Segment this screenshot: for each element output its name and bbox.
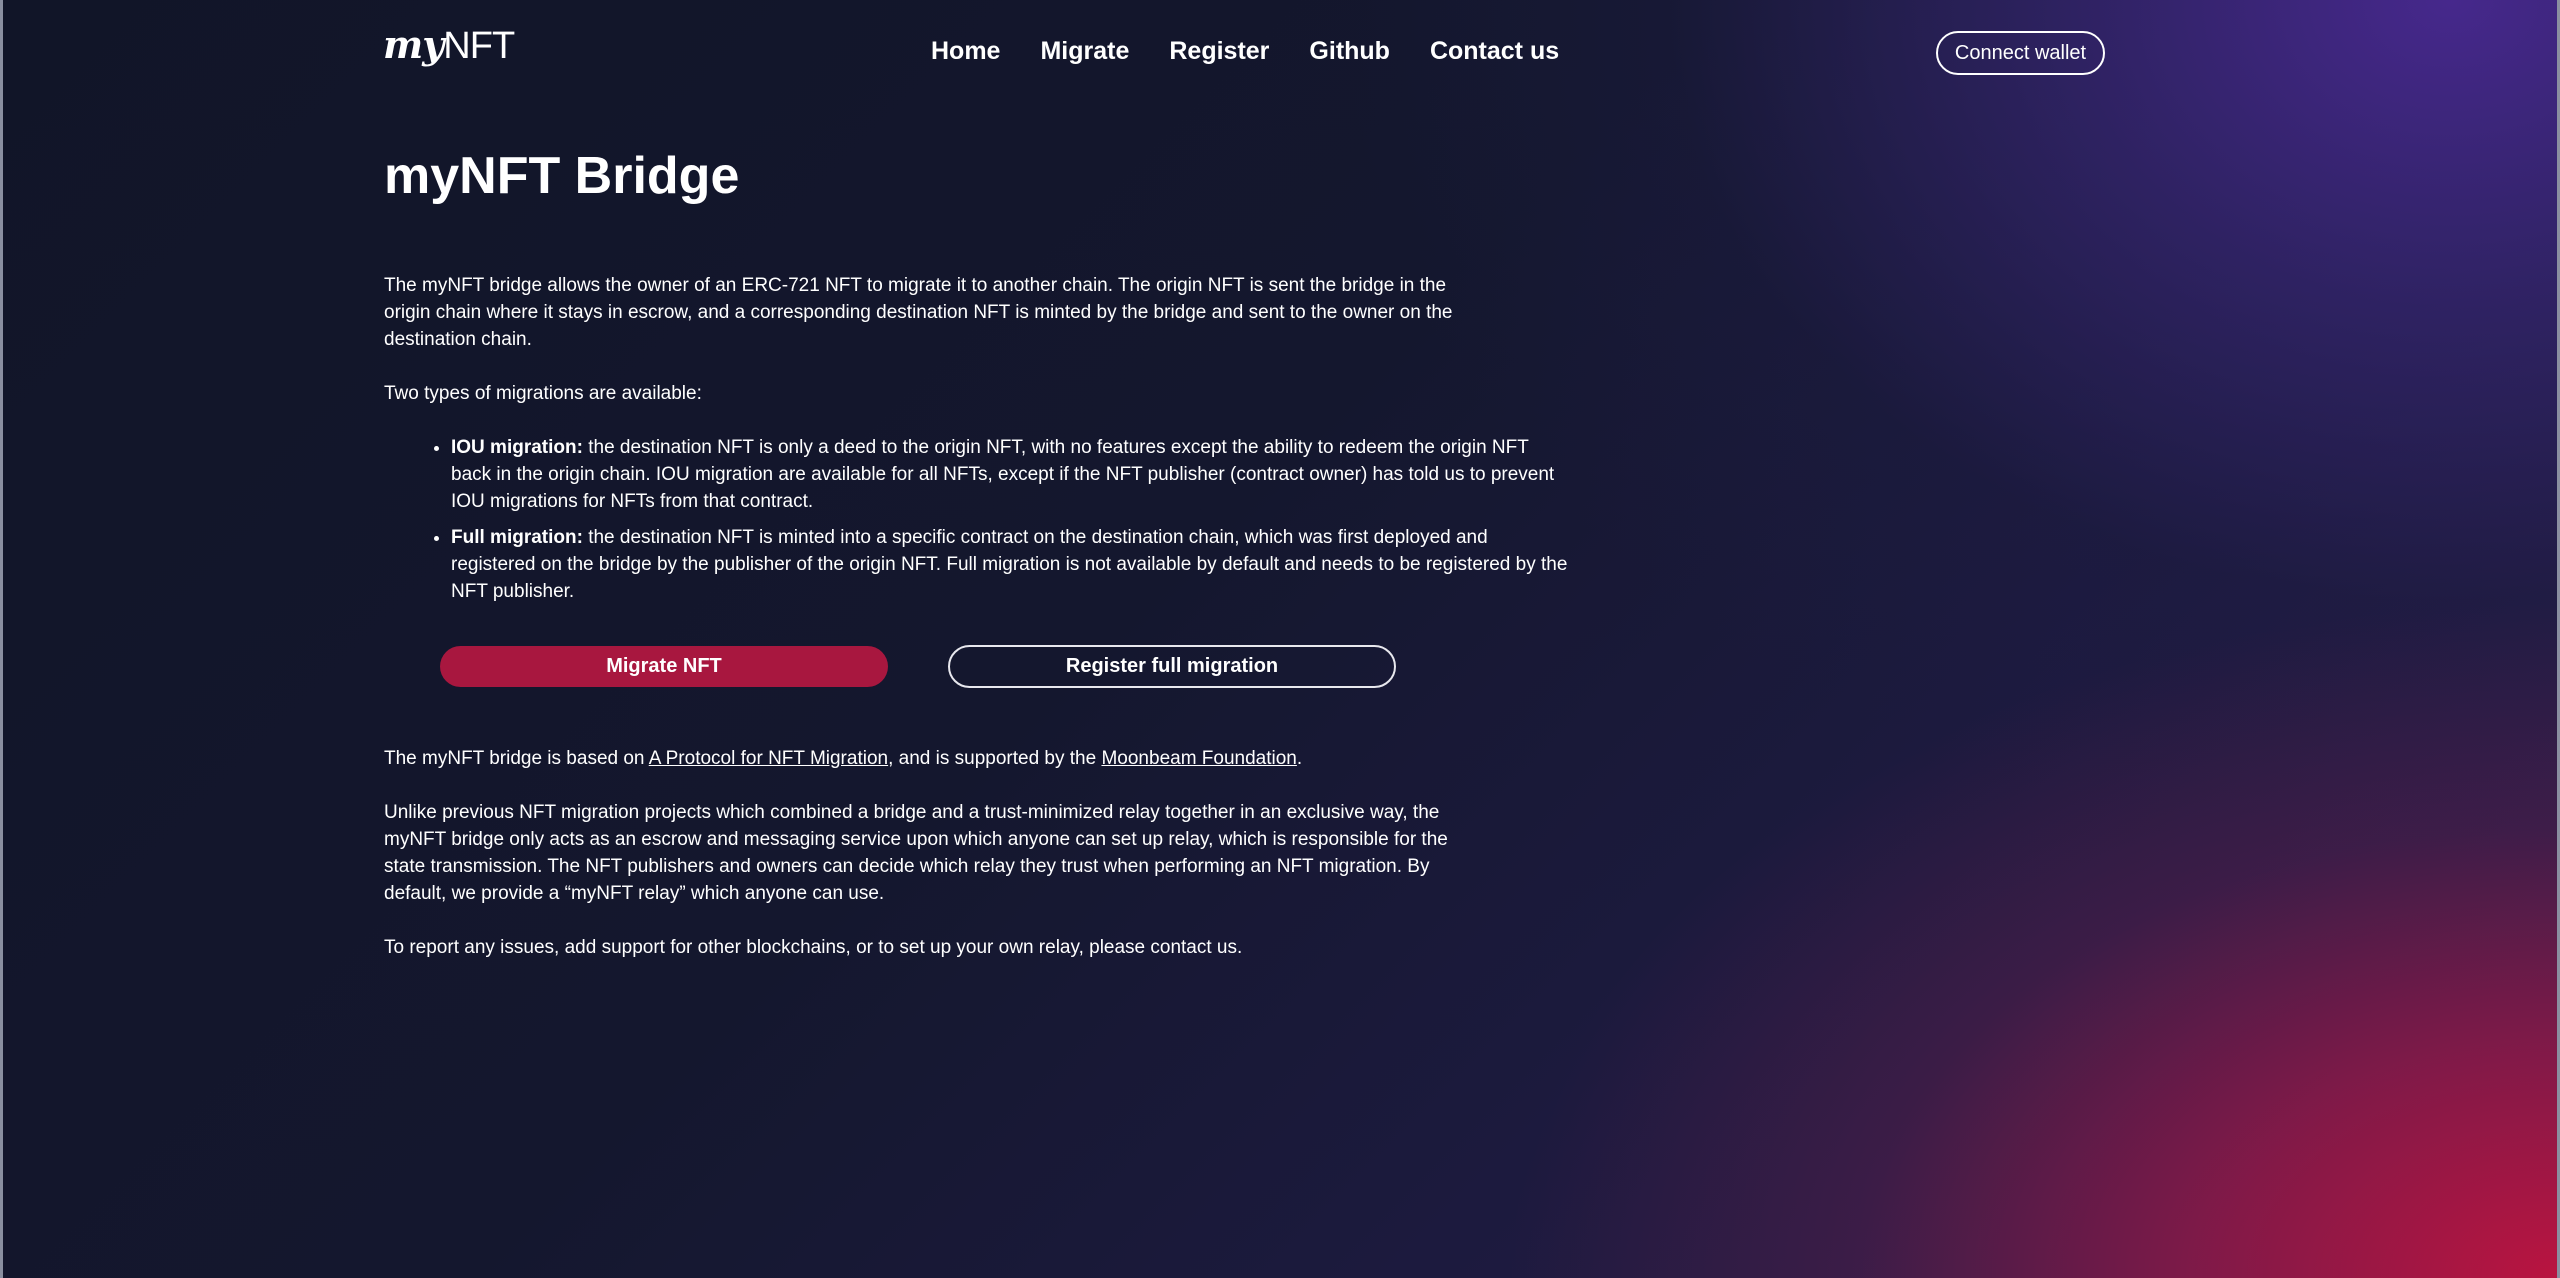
register-full-migration-button[interactable]: Register full migration (948, 645, 1396, 688)
relay-paragraph: Unlike previous NFT migration projects w… (384, 802, 1448, 904)
based-on-suffix: . (1296, 748, 1303, 769)
report-paragraph: To report any issues, add support for ot… (384, 937, 1243, 958)
connect-wallet-button[interactable]: Connect wallet (1936, 31, 2105, 75)
nav-home[interactable]: Home (931, 36, 1000, 66)
based-on-prefix: The myNFT bridge is based on (384, 748, 649, 769)
logo-my: my (383, 22, 444, 67)
site-logo[interactable]: myNFT (383, 25, 515, 67)
migration-types-list: IOU migration: the destination NFT is on… (384, 434, 1571, 614)
main-nav: Home Migrate Register Github Contact us (931, 36, 1559, 66)
migrate-nft-button[interactable]: Migrate NFT (440, 646, 888, 687)
iou-description: the destination NFT is only a deed to th… (451, 437, 1555, 512)
protocol-link[interactable]: A Protocol for NFT Migration (649, 748, 888, 769)
based-on-paragraph: The myNFT bridge is based on A Protocol … (384, 745, 1494, 772)
list-item-iou: IOU migration: the destination NFT is on… (451, 434, 1571, 515)
nav-register[interactable]: Register (1169, 36, 1269, 66)
based-on-middle: , and is supported by the (888, 748, 1102, 769)
window-border-left (0, 0, 3, 1278)
nav-github[interactable]: Github (1309, 36, 1390, 66)
nav-contact-us[interactable]: Contact us (1430, 36, 1559, 66)
page-title: myNFT Bridge (384, 147, 740, 205)
list-item-full: Full migration: the destination NFT is m… (451, 524, 1571, 605)
nav-migrate[interactable]: Migrate (1040, 36, 1129, 66)
iou-label: IOU migration: (451, 437, 583, 458)
full-description: the destination NFT is minted into a spe… (451, 527, 1568, 602)
types-intro: Two types of migrations are available: (384, 383, 702, 404)
full-label: Full migration: (451, 527, 583, 548)
moonbeam-link[interactable]: Moonbeam Foundation (1101, 748, 1296, 769)
intro-paragraph: The myNFT bridge allows the owner of an … (384, 275, 1453, 350)
logo-nft: NFT (443, 25, 515, 67)
